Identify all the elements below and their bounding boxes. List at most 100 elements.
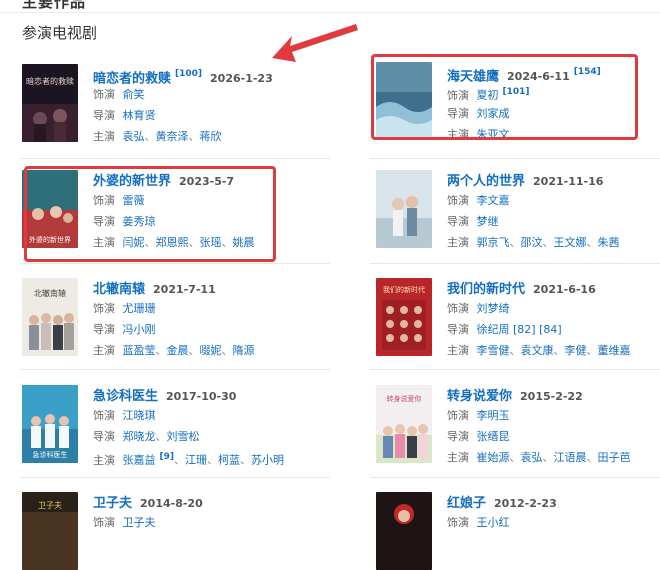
cast-link[interactable]: 蓝盈莹 <box>123 344 156 357</box>
cast-link[interactable]: 田子芭 <box>598 451 631 464</box>
director-link[interactable]: 刘家成 <box>477 107 510 120</box>
citation-link[interactable]: [9] <box>160 452 175 462</box>
drama-poster[interactable]: 外婆的新世界 <box>22 170 78 248</box>
air-date: 2015-2-22 <box>520 390 583 403</box>
drama-poster[interactable] <box>376 492 432 570</box>
cast-link[interactable]: 李雪健 <box>477 344 510 357</box>
citation-link[interactable]: [100] <box>175 69 202 79</box>
director-label: 导演 <box>447 107 469 120</box>
drama-title-link[interactable]: 北辙南辕 <box>93 282 145 297</box>
role-name[interactable]: 卫子夫 <box>123 516 156 529</box>
role-label: 饰演 <box>447 194 469 207</box>
drama-title-link[interactable]: 我们的新时代 <box>447 282 525 297</box>
cast-link[interactable]: 苏小明 <box>251 454 284 467</box>
drama-title-link[interactable]: 红娘子 <box>447 496 486 511</box>
row-divider <box>370 369 660 370</box>
role-label: 饰演 <box>93 194 115 207</box>
cast-link[interactable]: 袁弘 <box>123 130 145 143</box>
cast-link[interactable]: 朱亚文 <box>477 128 510 141</box>
poster-title-text: 北辙南辕 <box>34 288 66 298</box>
cast-link[interactable]: 张嘉益 <box>123 454 156 467</box>
director-link[interactable]: 林育贤 <box>123 109 156 122</box>
cast-link[interactable]: 袁弘 <box>521 451 543 464</box>
drama-title-link[interactable]: 外婆的新世界 <box>93 174 171 189</box>
citation-link[interactable]: [82] <box>513 323 536 336</box>
role-name[interactable]: 尤珊珊 <box>123 302 156 315</box>
director-link[interactable]: 张缙昆 <box>477 430 510 443</box>
row-divider <box>370 263 660 264</box>
cast-link[interactable]: 邵汶 <box>521 236 543 249</box>
cast-link[interactable]: 郭京飞 <box>477 236 510 249</box>
air-date: 2021-7-11 <box>153 283 216 296</box>
cast-link[interactable]: 王文娜 <box>554 236 587 249</box>
row-divider <box>20 477 330 478</box>
drama-poster[interactable]: 北辙南辕 <box>22 278 78 356</box>
role-name[interactable]: 雷薇 <box>123 194 145 207</box>
cast-link[interactable]: 张瑶 <box>200 236 222 249</box>
drama-title-link[interactable]: 两个人的世界 <box>447 174 525 189</box>
cast-label: 主演 <box>93 130 115 143</box>
section-header-cut: 主要作品 <box>22 0 87 11</box>
role-name[interactable]: 李文嘉 <box>477 194 510 207</box>
director-link[interactable]: 徐纪周 <box>477 323 510 336</box>
drama-poster[interactable]: 我们的新时代 <box>376 278 432 356</box>
cast-label: 主演 <box>447 451 469 464</box>
drama-title-link[interactable]: 急诊科医生 <box>93 389 158 404</box>
director-label: 导演 <box>93 323 115 336</box>
cast-link[interactable]: 姚晨 <box>233 236 255 249</box>
role-name[interactable]: 王小红 <box>477 516 510 529</box>
air-date: 2014-8-20 <box>140 497 203 510</box>
director-link[interactable]: 姜秀琼 <box>123 215 156 228</box>
cast-link[interactable]: 黄奈泽 <box>156 130 189 143</box>
poster-title-text: 急诊科医生 <box>33 450 68 459</box>
role-label: 饰演 <box>447 302 469 315</box>
director-link[interactable]: 梦继 <box>477 215 499 228</box>
role-name[interactable]: 李明玉 <box>477 409 510 422</box>
role-name[interactable]: 夏初 <box>477 89 499 102</box>
drama-poster[interactable]: 急诊科医生 <box>22 385 78 463</box>
citation-link[interactable]: [101] <box>503 87 530 97</box>
director-label: 导演 <box>447 323 469 336</box>
cast-link[interactable]: 李健 <box>565 344 587 357</box>
cast-link[interactable]: 董维嘉 <box>598 344 631 357</box>
cast-link[interactable]: 蒋欣 <box>200 130 222 143</box>
cast-link[interactable]: 柯蓝 <box>218 454 240 467</box>
row-divider <box>20 158 330 159</box>
role-label: 饰演 <box>93 409 115 422</box>
role-name[interactable]: 俞笑 <box>123 88 145 101</box>
role-name[interactable]: 江晓琪 <box>123 409 156 422</box>
director-link[interactable]: 刘雪松 <box>167 430 200 443</box>
poster-title-text: 外婆的新世界 <box>29 235 71 244</box>
cast-link[interactable]: 江珊 <box>185 454 207 467</box>
cast-link[interactable]: 袁文康 <box>521 344 554 357</box>
cast-link[interactable]: 崔始源 <box>477 451 510 464</box>
drama-poster[interactable]: 转身说爱你 <box>376 385 432 463</box>
cast-label: 主演 <box>93 236 115 249</box>
row-divider <box>20 369 330 370</box>
director-link[interactable]: 冯小刚 <box>123 323 156 336</box>
citation-link[interactable]: [84] <box>539 323 562 336</box>
drama-poster[interactable] <box>376 62 432 140</box>
cast-link[interactable]: 朱茜 <box>598 236 620 249</box>
role-name[interactable]: 刘梦绮 <box>477 302 510 315</box>
cast-link[interactable]: 闫妮 <box>123 236 145 249</box>
cast-link[interactable]: 啜妮 <box>200 344 222 357</box>
air-date: 2023-5-7 <box>179 175 235 188</box>
section-title: 参演电视剧 <box>22 24 98 42</box>
cast-label: 主演 <box>447 236 469 249</box>
drama-poster[interactable] <box>376 170 432 248</box>
cast-link[interactable]: 隋源 <box>233 344 255 357</box>
cast-link[interactable]: 江语晨 <box>554 451 587 464</box>
drama-title-link[interactable]: 卫子夫 <box>93 496 132 511</box>
cast-link[interactable]: 金晨 <box>167 344 189 357</box>
director-link[interactable]: 郑晓龙 <box>123 430 156 443</box>
poster-title-text: 我们的新时代 <box>383 285 425 294</box>
citation-link[interactable]: [154] <box>574 67 601 77</box>
drama-poster[interactable]: 卫子夫 <box>22 492 78 570</box>
air-date: 2026-1-23 <box>210 72 273 86</box>
cast-label: 主演 <box>93 344 115 357</box>
header-divider <box>0 12 660 13</box>
drama-title-link[interactable]: 转身说爱你 <box>447 389 512 404</box>
cast-link[interactable]: 郑恩熙 <box>156 236 189 249</box>
drama-poster[interactable]: 暗恋者的救赎 <box>22 64 78 142</box>
